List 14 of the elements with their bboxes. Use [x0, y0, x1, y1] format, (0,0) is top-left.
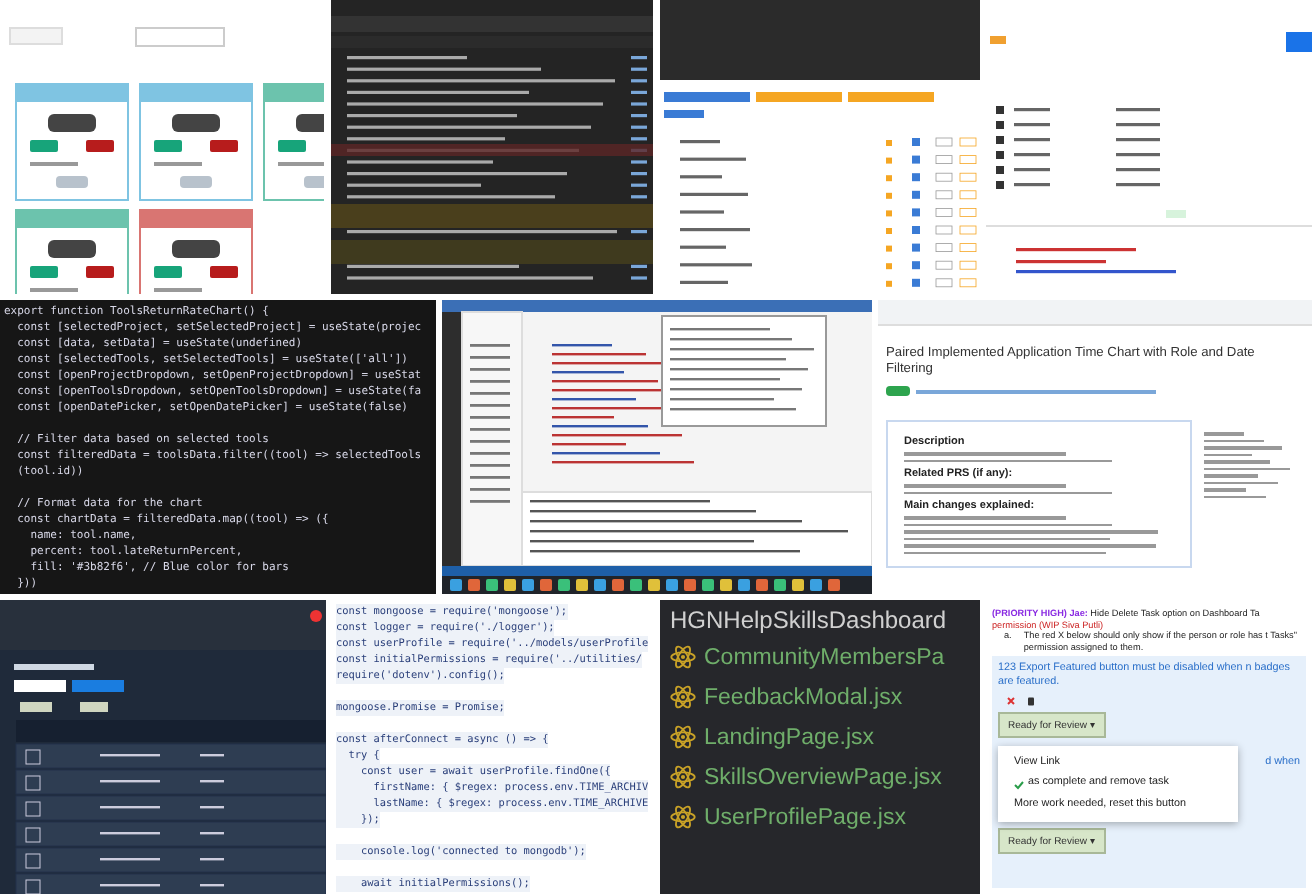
- atom-icon: [670, 764, 696, 790]
- atom-icon: [670, 804, 696, 830]
- folder-name: HGNHelpSkillsDashboard: [670, 606, 949, 634]
- file-name[interactable]: FeedbackModal.jsx: [704, 685, 903, 709]
- status-badge-icon: [886, 386, 910, 396]
- file-name[interactable]: UserProfilePage.jsx: [704, 805, 906, 829]
- file-name[interactable]: SkillsOverviewPage.jsx: [704, 765, 942, 789]
- file-name[interactable]: CommunityMembersPa: [704, 645, 945, 669]
- file-name[interactable]: LandingPage.jsx: [704, 725, 875, 749]
- atom-icon: [670, 644, 696, 670]
- close-icon[interactable]: [1006, 696, 1016, 707]
- check-icon: [1014, 779, 1024, 790]
- atom-icon: [670, 684, 696, 710]
- atom-icon: [670, 724, 696, 750]
